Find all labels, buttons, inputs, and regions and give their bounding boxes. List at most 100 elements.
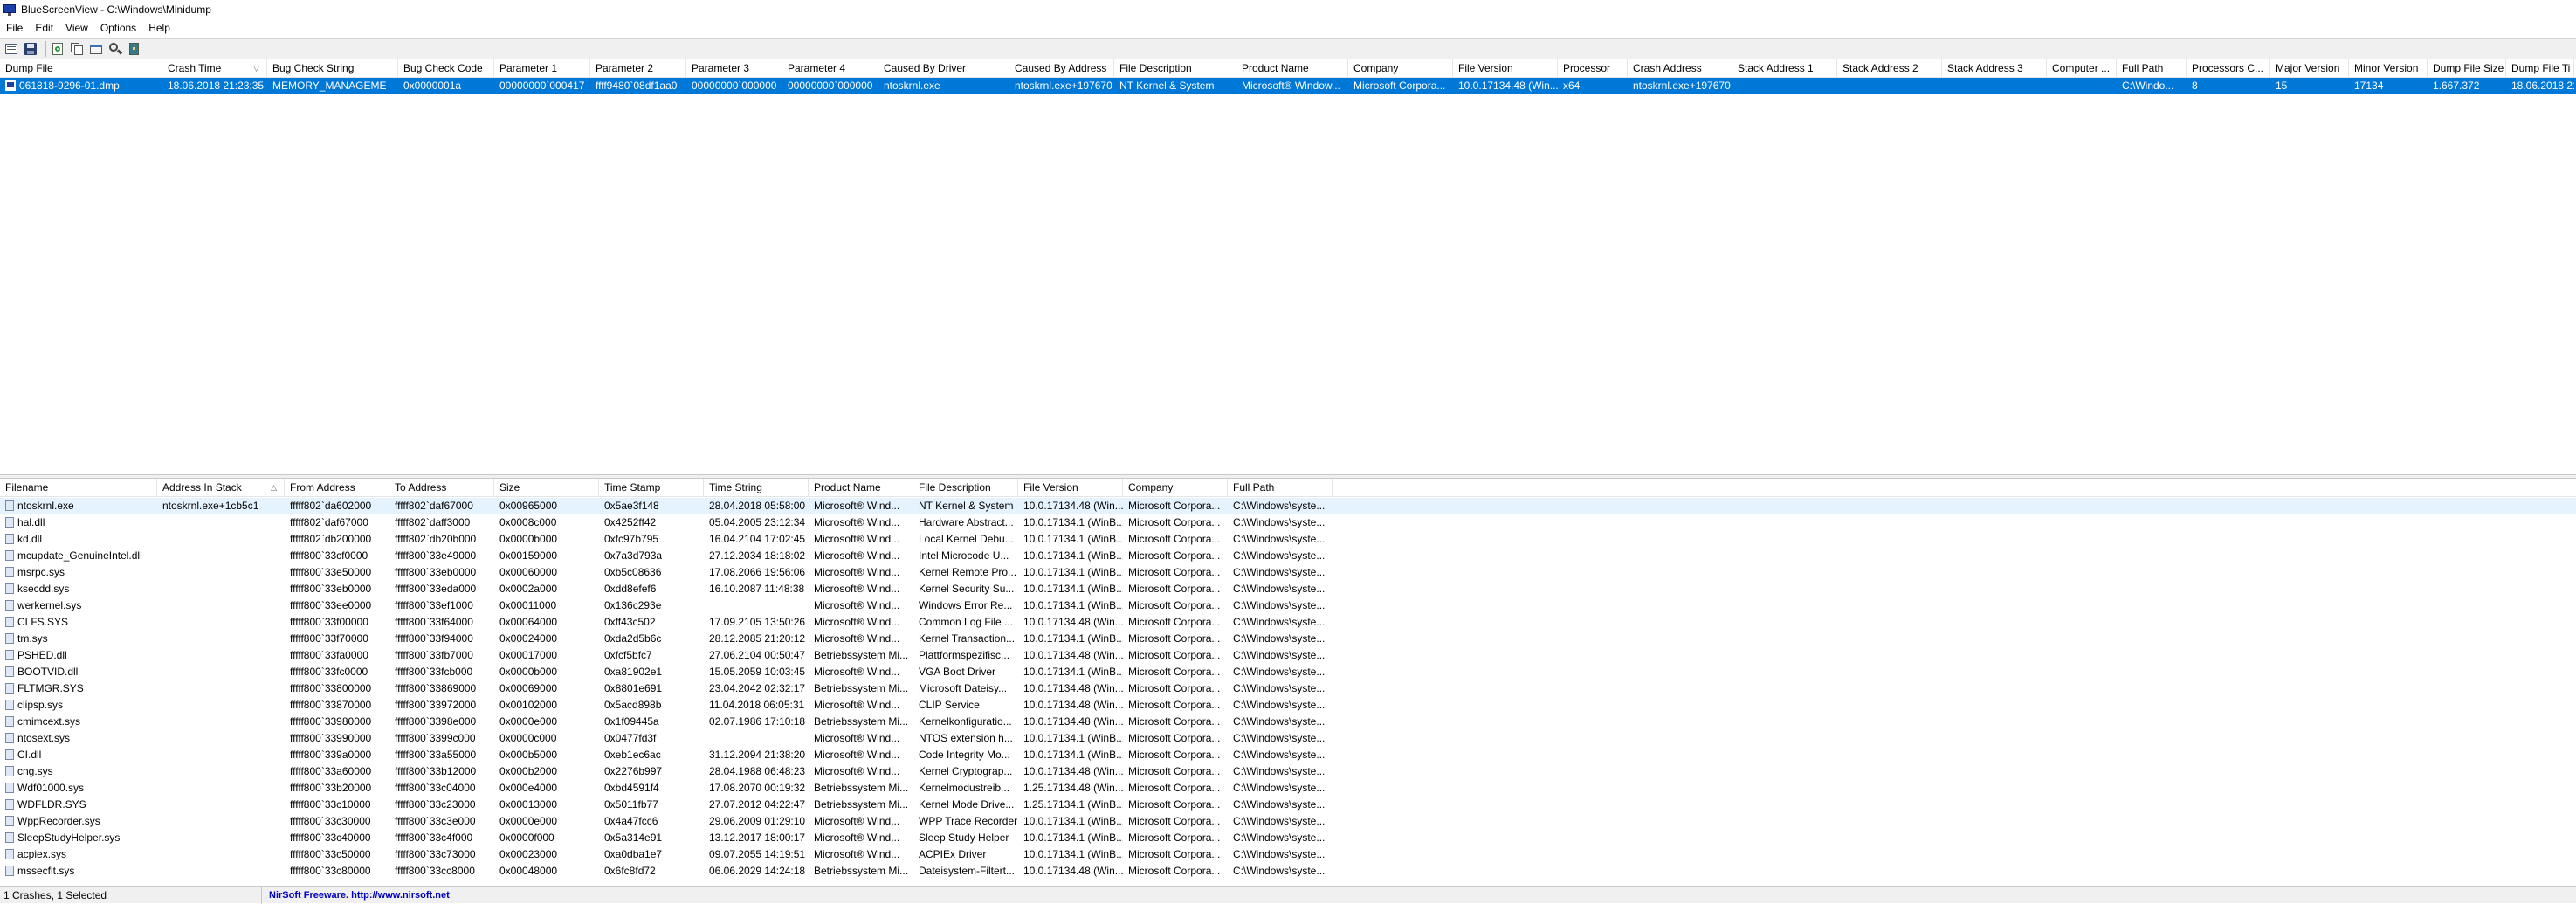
column-header[interactable]: Stack Address 3	[1942, 59, 2047, 77]
column-header[interactable]: Caused By Driver	[878, 59, 1009, 77]
refresh-icon[interactable]	[50, 41, 65, 57]
cell-text: WPP Trace Recorder	[919, 815, 1018, 827]
driver-row[interactable]: ntoskrnl.exe ntoskrnl.exe+1cb5c1 fffff802`…	[0, 498, 2576, 514]
column-header[interactable]: Caused By Address	[1009, 59, 1114, 77]
column-header[interactable]: Time Stamp	[599, 479, 704, 496]
column-header[interactable]: Bug Check Code	[398, 59, 494, 77]
cell: C:\Windows\syste...	[1228, 863, 1333, 880]
column-header[interactable]: From Address	[285, 479, 389, 496]
driver-row[interactable]: hal.dll fffff802`daf67000 fffff802`daff300…	[0, 514, 2576, 531]
cell-text: fffff800`33c3e000	[395, 815, 476, 827]
report-icon[interactable]	[88, 41, 104, 57]
column-header[interactable]: File Description	[913, 479, 1018, 496]
crash-row[interactable]: 061818-9296-01.dmp 18.06.2018 21:23:35 MEM…	[0, 78, 2576, 94]
driver-row[interactable]: CLFS.SYS fffff800`33f00000 fffff800`33f640…	[0, 614, 2576, 631]
column-header-sorted[interactable]: Address In Stack △	[157, 479, 285, 496]
column-header[interactable]: Parameter 1	[494, 59, 590, 77]
save-icon[interactable]	[23, 41, 38, 57]
driver-row[interactable]: mssecflt.sys fffff800`33c80000 fffff800`33…	[0, 863, 2576, 880]
column-header[interactable]: Minor Version	[2349, 59, 2428, 77]
column-header[interactable]: File Description	[1114, 59, 1236, 77]
column-header[interactable]: Parameter 2	[590, 59, 686, 77]
copy-icon[interactable]	[69, 41, 85, 57]
cell: fffff800`33c04000	[389, 780, 494, 797]
find-icon[interactable]	[107, 41, 123, 57]
column-header[interactable]: Company	[1123, 479, 1228, 496]
cell: NTOS extension h...	[913, 730, 1018, 747]
driver-row[interactable]: BOOTVID.dll fffff800`33fc0000 fffff800`33f…	[0, 664, 2576, 680]
driver-file-icon	[5, 766, 14, 776]
driver-row[interactable]: cng.sys fffff800`33a60000 fffff800`33b1200…	[0, 763, 2576, 780]
column-header[interactable]: Stack Address 2	[1837, 59, 1942, 77]
cell: 0x0000b000	[494, 664, 599, 680]
column-header[interactable]: Dump File Size	[2428, 59, 2506, 77]
driver-row[interactable]: cmimcext.sys fffff800`33980000 fffff800`33…	[0, 714, 2576, 730]
column-header[interactable]: Crash Address	[1628, 59, 1732, 77]
driver-row[interactable]: ksecdd.sys fffff800`33eb0000 fffff800`33ed…	[0, 581, 2576, 597]
exit-icon[interactable]	[127, 41, 142, 57]
menu-help[interactable]: Help	[142, 19, 176, 37]
cell: Microsoft Corpora...	[1123, 680, 1228, 697]
driver-list[interactable]: Filename Address In Stack △ From Address …	[0, 479, 2576, 886]
nirsoft-link[interactable]: NirSoft Freeware. http://www.nirsoft.net	[262, 890, 450, 901]
driver-row[interactable]: SleepStudyHelper.sys fffff800`33c40000 fff…	[0, 830, 2576, 846]
column-header[interactable]: Computer ...	[2047, 59, 2117, 77]
column-header[interactable]: Parameter 3	[686, 59, 782, 77]
column-header[interactable]: Dump File	[0, 59, 162, 77]
cell-text: kd.dll	[17, 533, 43, 545]
driver-row[interactable]: msrpc.sys fffff800`33e50000 fffff800`33eb0…	[0, 564, 2576, 581]
cell-text: 10.0.17134.48 (Win...	[1023, 616, 1123, 628]
cell-text: Microsoft Corpora...	[1128, 549, 1221, 562]
menu-file[interactable]: File	[0, 19, 29, 37]
cell: Dateisystem-Filtert...	[913, 863, 1018, 880]
column-header[interactable]: Processor	[1558, 59, 1628, 77]
column-header[interactable]: Product Name	[1236, 59, 1348, 77]
driver-row[interactable]: FLTMGR.SYS fffff800`33800000 fffff800`3386…	[0, 680, 2576, 697]
column-header[interactable]: Stack Address 1	[1732, 59, 1837, 77]
column-header-sorted[interactable]: Crash Time ▽	[162, 59, 267, 77]
driver-row[interactable]: clipsp.sys fffff800`33870000 fffff800`3397…	[0, 697, 2576, 714]
driver-row[interactable]: CI.dll fffff800`339a0000 fffff800`33a55000…	[0, 747, 2576, 763]
cell-text: 0x00024000	[499, 632, 558, 645]
cell-text: fffff800`33fc0000	[290, 666, 368, 678]
driver-row[interactable]: Wdf01000.sys fffff800`33b20000 fffff800`33…	[0, 780, 2576, 797]
driver-row[interactable]: WDFLDR.SYS fffff800`33c10000 fffff800`33c2…	[0, 797, 2576, 813]
cell-text: fffff800`33eda000	[395, 583, 477, 595]
cell-text: fffff800`33972000	[395, 699, 477, 711]
column-header[interactable]: Time String	[704, 479, 809, 496]
cell	[157, 714, 285, 730]
column-header[interactable]: Filename	[0, 479, 157, 496]
menu-edit[interactable]: Edit	[29, 19, 59, 37]
column-header[interactable]: Processors C...	[2187, 59, 2270, 77]
driver-row[interactable]: mcupdate_GenuineIntel.dll fffff800`33cf00…	[0, 548, 2576, 564]
column-header[interactable]: Full Path	[2117, 59, 2187, 77]
column-header[interactable]: Bug Check String	[267, 59, 398, 77]
driver-row[interactable]: acpiex.sys fffff800`33c50000 fffff800`33c7…	[0, 846, 2576, 863]
column-header[interactable]: File Version	[1453, 59, 1558, 77]
crash-list[interactable]: Dump File Crash Time ▽ Bug Check String B…	[0, 59, 2576, 474]
column-header[interactable]: Full Path	[1228, 479, 1333, 496]
cell: 0x0000001a	[398, 78, 494, 94]
column-header[interactable]: Product Name	[809, 479, 913, 496]
column-header[interactable]: Company	[1348, 59, 1453, 77]
column-header[interactable]: Parameter 4	[782, 59, 878, 77]
cell-text: Microsoft Corpora...	[1128, 815, 1221, 827]
driver-row[interactable]: tm.sys fffff800`33f70000 fffff800`33f94000…	[0, 631, 2576, 647]
driver-row[interactable]: kd.dll fffff802`db200000 fffff802`db20b000…	[0, 531, 2576, 548]
cell: 0x00159000	[494, 548, 599, 564]
column-header[interactable]: Major Version	[2270, 59, 2349, 77]
cell: C:\Windows\syste...	[1228, 531, 1333, 548]
column-header[interactable]: Size	[494, 479, 599, 496]
column-header[interactable]: To Address	[389, 479, 494, 496]
column-header[interactable]: File Version	[1018, 479, 1123, 496]
driver-row[interactable]: PSHED.dll fffff800`33fa0000 fffff800`33fb7…	[0, 647, 2576, 664]
driver-row[interactable]: werkernel.sys fffff800`33ee0000 fffff800`3…	[0, 597, 2576, 614]
driver-row[interactable]: WppRecorder.sys fffff800`33c30000 fffff800…	[0, 813, 2576, 830]
driver-row[interactable]: ntosext.sys fffff800`33990000 fffff800`339…	[0, 730, 2576, 747]
menu-view[interactable]: View	[59, 19, 94, 37]
menu-options[interactable]: Options	[94, 19, 142, 37]
column-header[interactable]: Dump File Ti	[2506, 59, 2574, 77]
properties-icon[interactable]	[3, 41, 19, 57]
cell: C:\Windows\syste...	[1228, 730, 1333, 747]
cell: C:\Windows\syste...	[1228, 680, 1333, 697]
